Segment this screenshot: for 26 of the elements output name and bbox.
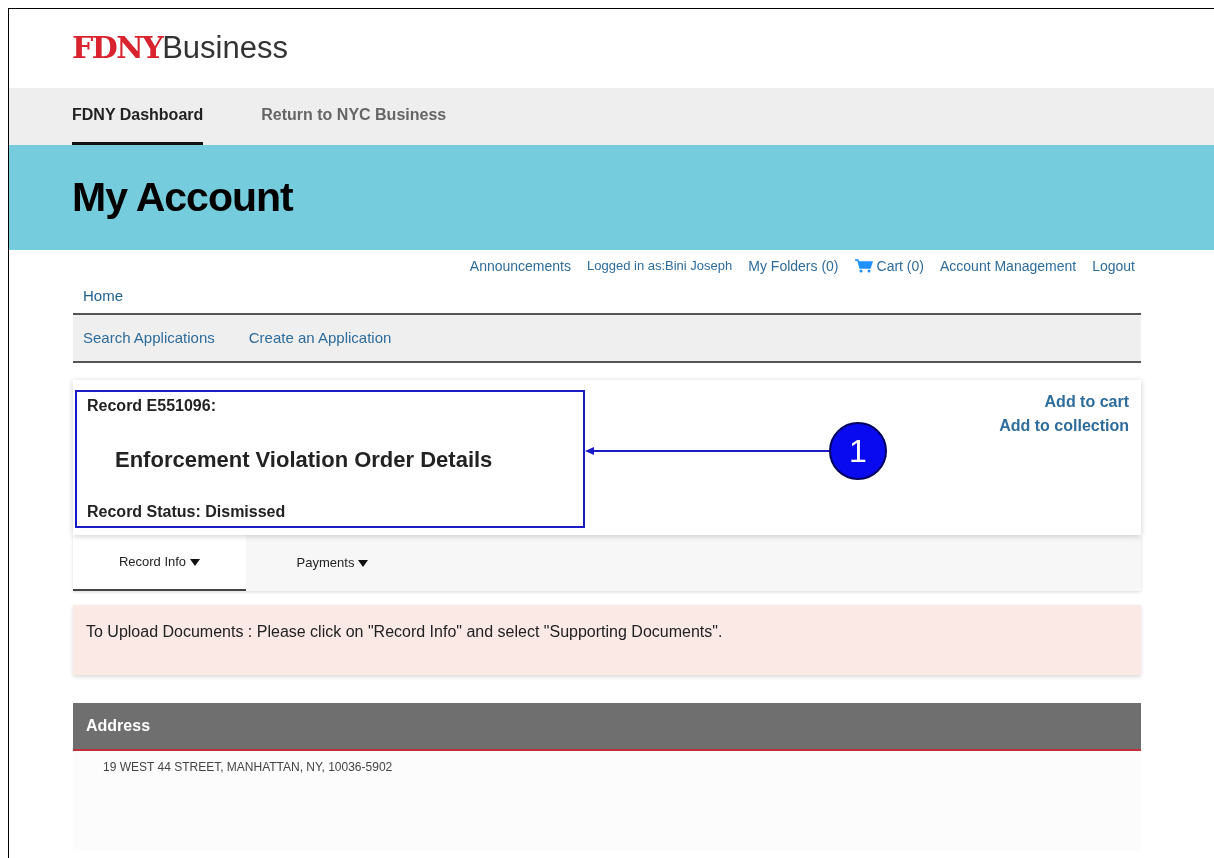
- home-link[interactable]: Home: [83, 285, 1141, 305]
- record-tab[interactable]: Payments: [246, 535, 419, 591]
- caret-icon: [358, 559, 369, 567]
- address-heading: Address: [86, 716, 151, 736]
- account-link[interactable]: My Folders (0): [748, 255, 839, 277]
- cart-link[interactable]: Cart (0): [854, 255, 924, 277]
- record-action-link[interactable]: Add to cart: [1044, 390, 1129, 414]
- record-status: Record Status: Dismissed: [87, 502, 287, 522]
- record-action-link[interactable]: Add to collection: [999, 414, 1129, 438]
- page-title: My Account: [72, 172, 293, 222]
- notice-text: To Upload Documents : Please click on "Record Info" and select "Supporting Documents".: [86, 622, 724, 642]
- record-tab[interactable]: Record Info: [73, 535, 246, 591]
- cart-icon: [854, 259, 873, 273]
- logged-in-user: Logged in as:Bini Joseph: [587, 257, 733, 276]
- account-link[interactable]: Logout: [1092, 255, 1135, 277]
- account-link[interactable]: Account Management: [939, 255, 1077, 277]
- sub-nav-link[interactable]: Search Applications: [83, 326, 215, 350]
- logo[interactable]: FDNYBusiness: [72, 25, 288, 72]
- nav-tab[interactable]: Return to NYC Business: [261, 88, 447, 145]
- account-link[interactable]: Announcements: [469, 255, 571, 277]
- caret-icon: [190, 558, 201, 566]
- address-value: 19 WEST 44 STREET, MANHATTAN, NY, 10036-5902: [103, 760, 393, 774]
- callout-number: 1: [829, 422, 887, 480]
- record-title: Enforcement Violation Order Details: [114, 445, 494, 474]
- record-number: Record E551096:: [87, 396, 217, 416]
- sub-nav-link[interactable]: Create an Application: [248, 326, 392, 350]
